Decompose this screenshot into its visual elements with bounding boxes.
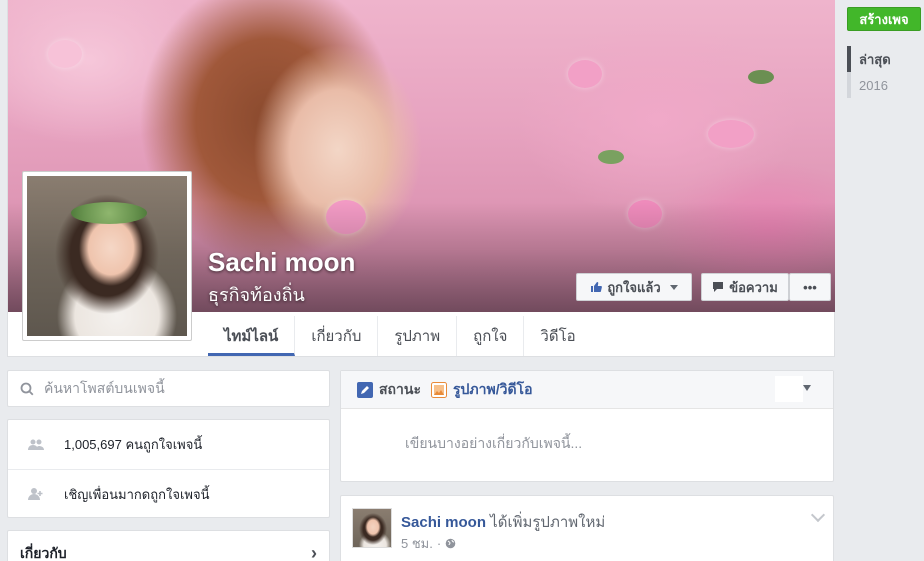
create-page-button[interactable]: สร้างเพจ: [847, 7, 921, 31]
rail-item-2016[interactable]: 2016: [847, 72, 891, 98]
likes-count-text: 1,005,697 คนถูกใจเพจนี้: [64, 437, 203, 452]
post-composer: สถานะ รูปภาพ/วิดีโอ เขียนบางอย่างเกี่ยวก…: [340, 370, 834, 482]
tab-photos[interactable]: รูปภาพ: [378, 316, 458, 356]
caret-down-icon[interactable]: [803, 385, 811, 391]
chevron-right-icon: ›: [311, 543, 317, 561]
post-author-avatar[interactable]: [352, 508, 392, 548]
photo-video-tab[interactable]: รูปภาพ/วิดีโอ: [430, 379, 533, 401]
timeline-year-nav: ล่าสุด 2016: [847, 46, 891, 98]
more-icon: •••: [803, 279, 817, 295]
tab-about[interactable]: เกี่ยวกับ: [295, 316, 379, 356]
about-title: เกี่ยวกับ: [20, 545, 67, 561]
composer-audience-area: [775, 376, 803, 402]
flower-decoration: [48, 40, 82, 68]
flower-decoration: [708, 120, 754, 148]
search-icon: [20, 382, 34, 395]
liked-button[interactable]: ถูกใจแล้ว: [576, 273, 692, 301]
invite-friends-text: เชิญเพื่อนมากดถูกใจเพจนี้: [64, 486, 210, 502]
composer-tabs: สถานะ รูปภาพ/วิดีโอ: [341, 371, 833, 409]
pencil-icon: [357, 381, 373, 398]
more-options-button[interactable]: •••: [789, 273, 831, 301]
tab-timeline[interactable]: ไทม์ไลน์: [208, 316, 296, 356]
tab-likes[interactable]: ถูกใจ: [457, 316, 525, 356]
add-person-icon: [28, 488, 43, 500]
post-header: Sachi moon ได้เพิ่มรูปภาพใหม่: [401, 510, 605, 534]
composer-text-input[interactable]: เขียนบางอย่างเกี่ยวกับเพจนี้...: [341, 409, 833, 455]
people-icon: [28, 439, 44, 450]
flower-decoration: [568, 60, 602, 88]
message-button[interactable]: ข้อความ: [701, 273, 789, 301]
post-options-chevron-icon[interactable]: [810, 507, 826, 523]
leaf-decoration: [748, 70, 774, 84]
invite-row[interactable]: เชิญเพื่อนมากดถูกใจเพจนี้: [8, 469, 329, 518]
tab-videos[interactable]: วิดีโอ: [524, 316, 591, 356]
rail-item-recent[interactable]: ล่าสุด: [847, 46, 891, 72]
page-title[interactable]: Sachi moon: [208, 247, 355, 278]
photo-video-label: รูปภาพ/วิดีโอ: [452, 380, 533, 397]
post-action-text: ได้เพิ่มรูปภาพใหม่: [486, 514, 606, 531]
flower-crown-decoration: [71, 202, 147, 224]
timeline-post: Sachi moon ได้เพิ่มรูปภาพใหม่ 5 ชม. ·: [340, 495, 834, 561]
meta-separator: ·: [436, 536, 442, 551]
photo-icon: [430, 381, 447, 398]
post-timestamp[interactable]: 5 ชม.: [401, 533, 433, 554]
message-icon: [713, 282, 724, 292]
post-meta: 5 ชม. ·: [401, 533, 456, 554]
status-tab[interactable]: สถานะ: [357, 379, 421, 401]
liked-label: ถูกใจแล้ว: [607, 279, 661, 295]
status-label: สถานะ: [379, 380, 421, 397]
about-card[interactable]: เกี่ยวกับ ›: [7, 530, 330, 561]
leaf-decoration: [598, 150, 624, 164]
caret-down-icon: [669, 284, 678, 290]
profile-picture[interactable]: [22, 171, 192, 341]
profile-image: [27, 176, 187, 336]
likes-row[interactable]: 1,005,697 คนถูกใจเพจนี้: [8, 420, 329, 469]
search-placeholder: ค้นหาโพสต์บนเพจนี้: [44, 379, 165, 396]
post-author-link[interactable]: Sachi moon: [401, 514, 486, 531]
page-category[interactable]: ธุรกิจท้องถิ่น: [208, 280, 305, 309]
page-info-card: 1,005,697 คนถูกใจเพจนี้ เชิญเพื่อนมากดถู…: [7, 419, 330, 518]
globe-icon[interactable]: [445, 538, 456, 549]
thumbs-up-icon: [591, 282, 603, 292]
page-search-input[interactable]: ค้นหาโพสต์บนเพจนี้: [7, 370, 330, 407]
page-tabs: ไทม์ไลน์ เกี่ยวกับ รูปภาพ ถูกใจ วิดีโอ: [208, 316, 592, 356]
message-label: ข้อความ: [729, 279, 778, 295]
